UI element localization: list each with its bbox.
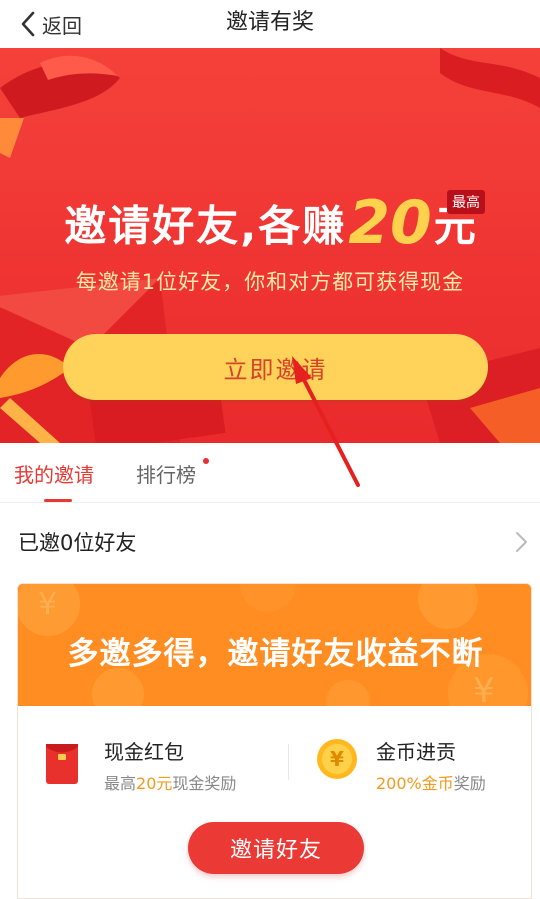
invited-count-label: 已邀0位好友 xyxy=(18,531,137,555)
tab-bar: 我的邀请 排行榜 xyxy=(0,443,540,503)
gold-coin-icon: ¥ xyxy=(317,739,357,779)
svg-text:¥: ¥ xyxy=(473,671,495,706)
promo-banner: ¥ ¥ 多邀多得，邀请好友收益不断 xyxy=(18,584,531,706)
page-title: 邀请有奖 xyxy=(225,10,314,35)
tab-leaderboard[interactable]: 排行榜 xyxy=(136,459,196,488)
active-tab-indicator xyxy=(44,499,72,502)
cash-desc-suffix: 现金奖励 xyxy=(172,774,237,793)
invite-now-button[interactable]: 立即邀请 xyxy=(63,334,488,400)
cash-desc-prefix: 最高 xyxy=(104,774,137,793)
banner-subline: 每邀请1位好友，你和对方都可获得现金 xyxy=(75,270,465,294)
cash-reward-title: 现金红包 xyxy=(104,740,184,764)
max-badge: 最高 xyxy=(447,190,485,214)
tab-my-invites[interactable]: 我的邀请 xyxy=(14,459,94,488)
coin-symbol: ¥ xyxy=(330,747,344,771)
nav-bar: 返回 邀请有奖 xyxy=(0,0,540,48)
svg-text:¥: ¥ xyxy=(38,587,57,622)
headline-text: 邀请好友,各赚 xyxy=(64,201,347,251)
notification-dot xyxy=(203,458,209,464)
invite-rewards-page: 返回 邀请有奖 邀请好友,各赚20元 最高 每邀请1位好友，你和对方都可获得现金… xyxy=(0,0,540,899)
invite-friends-label: 邀请好友 xyxy=(229,838,322,863)
coin-desc-amount: 200%金币 xyxy=(376,774,454,793)
promo-card: ¥ ¥ 多邀多得，邀请好友收益不断 现金红包 最高20元现金奖励 ¥ 金币进贡 xyxy=(17,583,532,899)
invite-now-label: 立即邀请 xyxy=(223,355,328,384)
red-envelope-icon xyxy=(46,744,78,784)
hero-banner: 邀请好友,各赚20元 最高 每邀请1位好友，你和对方都可获得现金 立即邀请 xyxy=(0,48,540,443)
cash-reward-desc: 最高20元现金奖励 xyxy=(104,770,236,794)
coin-reward-desc: 200%金币奖励 xyxy=(376,770,486,794)
promo-banner-text: 多邀多得，邀请好友收益不断 xyxy=(67,636,484,672)
coin-desc-suffix: 奖励 xyxy=(453,774,486,793)
coin-reward-title: 金币进贡 xyxy=(376,740,456,764)
cash-reward-item: 现金红包 最高20元现金奖励 xyxy=(44,736,284,796)
headline-amount: 20 xyxy=(348,188,432,258)
cash-desc-amount: 20元 xyxy=(136,774,173,793)
reward-divider xyxy=(288,744,289,780)
invite-friends-button[interactable]: 邀请好友 xyxy=(188,822,364,874)
chevron-right-icon xyxy=(516,532,527,552)
invited-count-row[interactable]: 已邀0位好友 xyxy=(0,503,540,579)
coin-reward-item: ¥ 金币进贡 200%金币奖励 xyxy=(316,736,526,796)
